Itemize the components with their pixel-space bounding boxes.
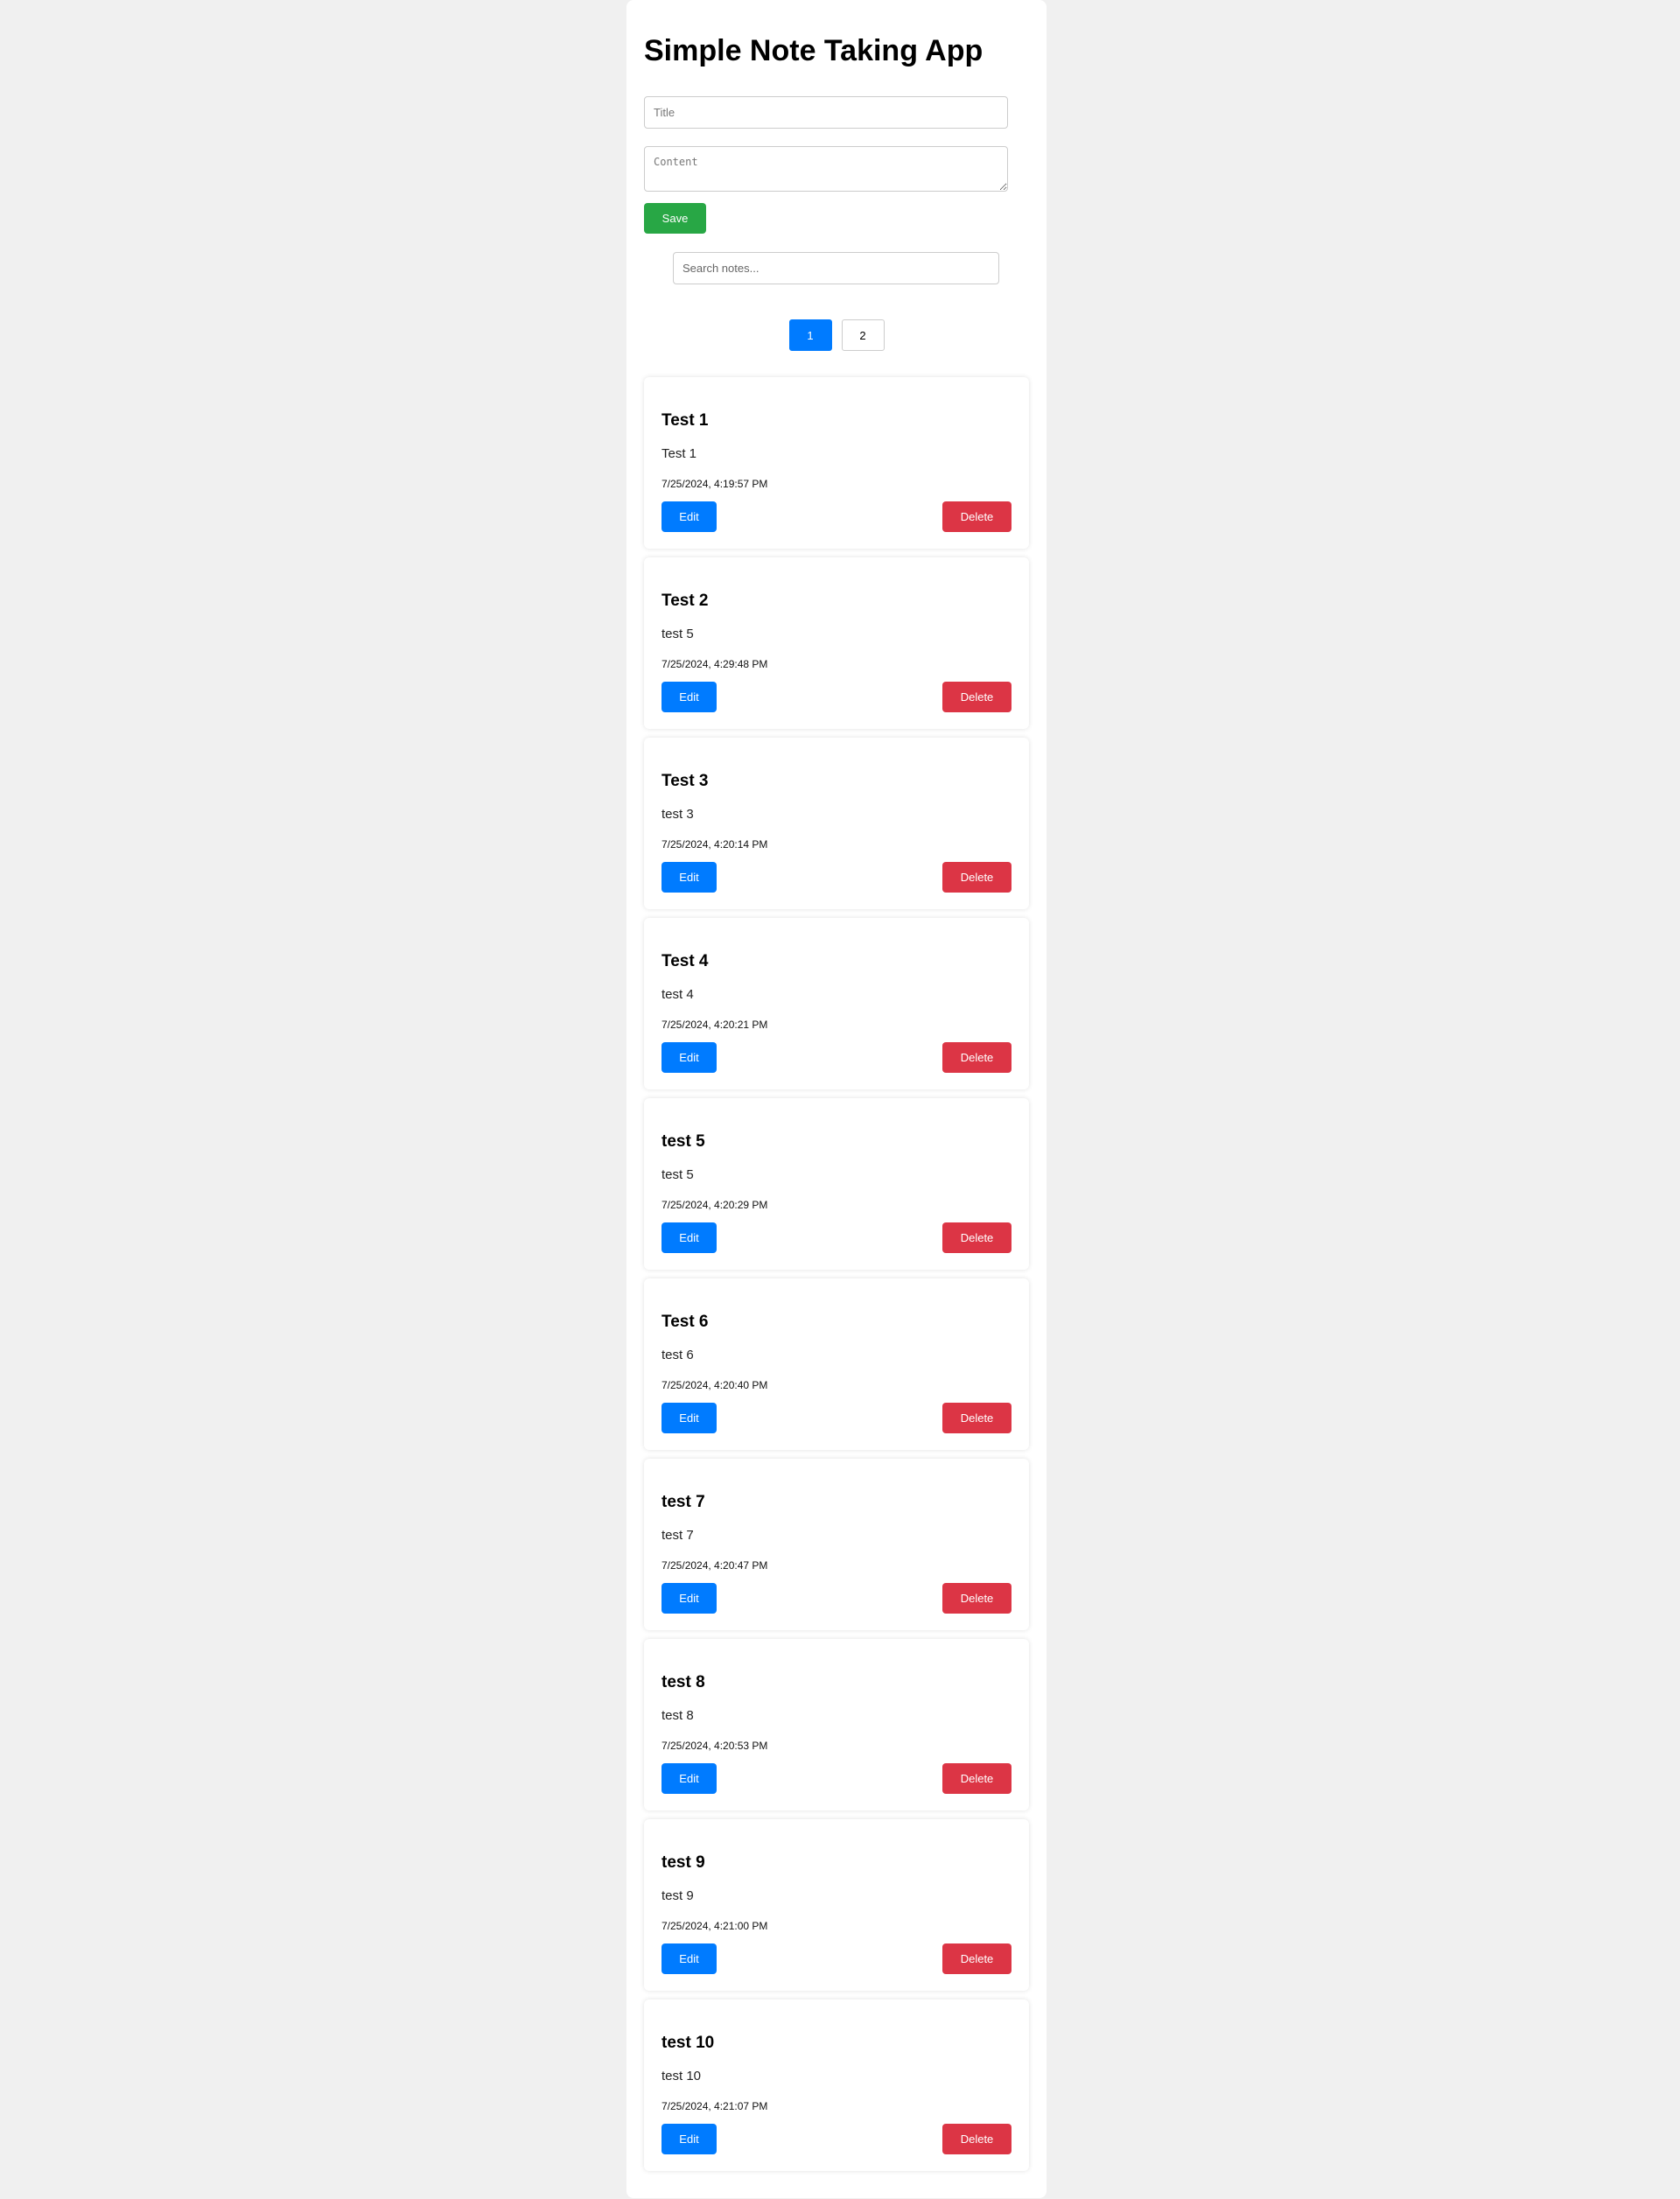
edit-button[interactable]: Edit	[662, 2124, 717, 2154]
note-card: test 7 test 7 7/25/2024, 4:20:47 PM Edit…	[644, 1459, 1029, 1630]
edit-button[interactable]: Edit	[662, 1763, 717, 1794]
delete-button[interactable]: Delete	[942, 2124, 1012, 2154]
note-title: Test 2	[662, 592, 709, 610]
delete-button[interactable]: Delete	[942, 501, 1012, 532]
note-card: test 8 test 8 7/25/2024, 4:20:53 PM Edit…	[644, 1639, 1029, 1810]
note-timestamp: 7/25/2024, 4:20:47 PM	[662, 1559, 768, 1572]
note-timestamp: 7/25/2024, 4:29:48 PM	[662, 658, 768, 670]
note-timestamp: 7/25/2024, 4:20:14 PM	[662, 838, 768, 851]
edit-button[interactable]: Edit	[662, 682, 717, 712]
delete-button[interactable]: Delete	[942, 1042, 1012, 1073]
page-button-1[interactable]: 1	[788, 319, 832, 351]
search-input[interactable]	[673, 252, 999, 284]
delete-button[interactable]: Delete	[942, 1763, 1012, 1794]
note-timestamp: 7/25/2024, 4:20:29 PM	[662, 1199, 768, 1211]
notes-list: Test 1 Test 1 7/25/2024, 4:19:57 PM Edit…	[644, 377, 1029, 2180]
edit-button[interactable]: Edit	[662, 1583, 717, 1614]
app-container: Simple Note Taking App Save 1 2 Test 1 T…	[626, 0, 1046, 2198]
note-title: Test 3	[662, 772, 709, 790]
note-card: test 5 test 5 7/25/2024, 4:20:29 PM Edit…	[644, 1098, 1029, 1270]
note-timestamp: 7/25/2024, 4:20:40 PM	[662, 1379, 768, 1391]
note-content: test 8	[662, 1708, 694, 1723]
pagination: 1 2	[626, 319, 1046, 351]
note-content: test 3	[662, 807, 694, 822]
note-content: test 5	[662, 1167, 694, 1182]
note-card: Test 6 test 6 7/25/2024, 4:20:40 PM Edit…	[644, 1278, 1029, 1450]
note-content: test 5	[662, 627, 694, 641]
note-card: Test 1 Test 1 7/25/2024, 4:19:57 PM Edit…	[644, 377, 1029, 549]
delete-button[interactable]: Delete	[942, 682, 1012, 712]
delete-button[interactable]: Delete	[942, 1583, 1012, 1614]
note-content: test 6	[662, 1348, 694, 1362]
note-content: test 9	[662, 1888, 694, 1903]
delete-button[interactable]: Delete	[942, 862, 1012, 893]
note-card: test 9 test 9 7/25/2024, 4:21:00 PM Edit…	[644, 1819, 1029, 1991]
content-input[interactable]	[644, 146, 1008, 192]
note-timestamp: 7/25/2024, 4:19:57 PM	[662, 478, 768, 490]
note-card: Test 3 test 3 7/25/2024, 4:20:14 PM Edit…	[644, 738, 1029, 909]
note-title: test 8	[662, 1673, 705, 1691]
note-title: test 10	[662, 2034, 715, 2052]
edit-button[interactable]: Edit	[662, 1222, 717, 1253]
page-button-2[interactable]: 2	[841, 319, 885, 351]
note-card: Test 4 test 4 7/25/2024, 4:20:21 PM Edit…	[644, 918, 1029, 1089]
save-button[interactable]: Save	[644, 203, 706, 234]
note-content: test 4	[662, 987, 694, 1002]
note-card: test 10 test 10 7/25/2024, 4:21:07 PM Ed…	[644, 1999, 1029, 2171]
note-title: Test 4	[662, 952, 709, 970]
note-content: Test 1	[662, 446, 697, 461]
delete-button[interactable]: Delete	[942, 1403, 1012, 1433]
note-content: test 7	[662, 1528, 694, 1543]
note-title: Test 1	[662, 411, 709, 430]
delete-button[interactable]: Delete	[942, 1222, 1012, 1253]
note-title: test 9	[662, 1853, 705, 1872]
note-timestamp: 7/25/2024, 4:21:07 PM	[662, 2100, 768, 2112]
edit-button[interactable]: Edit	[662, 1943, 717, 1974]
note-title: test 5	[662, 1132, 705, 1151]
note-timestamp: 7/25/2024, 4:20:53 PM	[662, 1740, 768, 1752]
delete-button[interactable]: Delete	[942, 1943, 1012, 1974]
note-title: test 7	[662, 1493, 705, 1511]
note-content: test 10	[662, 2069, 702, 2083]
note-timestamp: 7/25/2024, 4:21:00 PM	[662, 1920, 768, 1932]
edit-button[interactable]: Edit	[662, 1042, 717, 1073]
note-timestamp: 7/25/2024, 4:20:21 PM	[662, 1019, 768, 1031]
title-input[interactable]	[644, 96, 1008, 129]
page-title: Simple Note Taking App	[644, 34, 984, 67]
note-title: Test 6	[662, 1313, 709, 1331]
edit-button[interactable]: Edit	[662, 1403, 717, 1433]
edit-button[interactable]: Edit	[662, 501, 717, 532]
note-card: Test 2 test 5 7/25/2024, 4:29:48 PM Edit…	[644, 557, 1029, 729]
edit-button[interactable]: Edit	[662, 862, 717, 893]
